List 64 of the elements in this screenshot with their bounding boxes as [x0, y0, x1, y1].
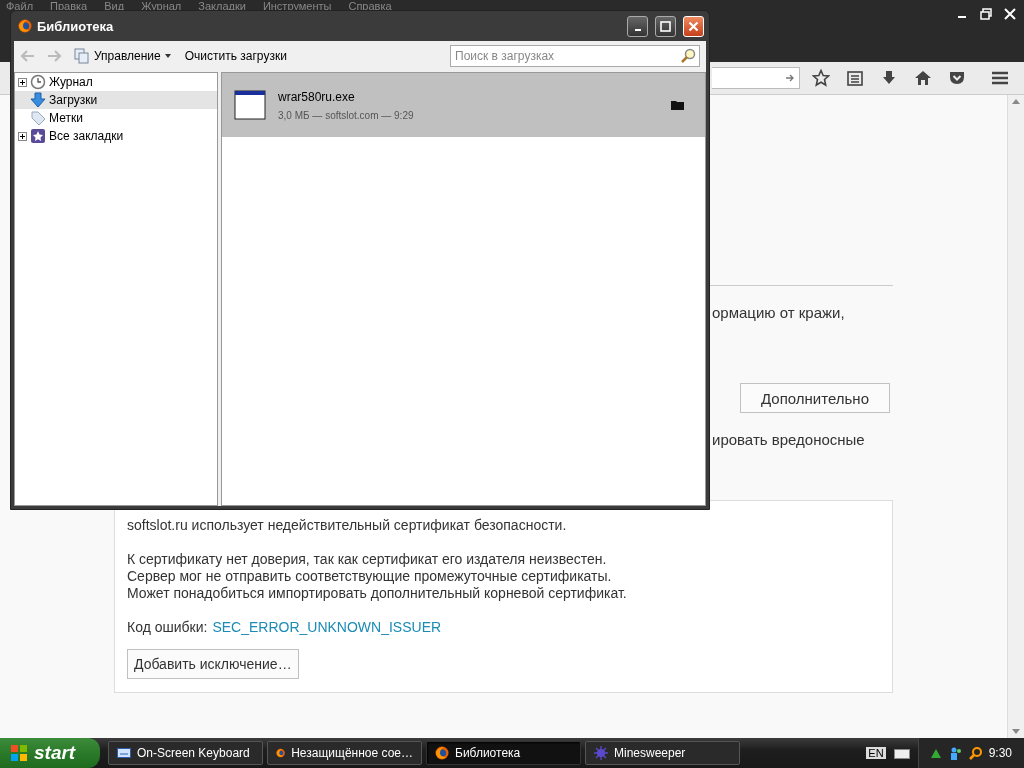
- menu-item[interactable]: Инструменты: [262, 0, 332, 12]
- star-folder-icon: [30, 128, 46, 144]
- window-title: Библиотека: [37, 18, 115, 34]
- start-button[interactable]: start: [0, 738, 100, 768]
- menu-icon[interactable]: [990, 69, 1010, 87]
- error-description: Может понадобиться импортировать дополнительный корневой сертификат.: [127, 585, 628, 602]
- firefox-icon: [18, 19, 32, 33]
- language-indicator[interactable]: EN: [866, 747, 886, 759]
- home-icon[interactable]: [914, 69, 932, 87]
- menu-item[interactable]: Справка: [348, 0, 392, 12]
- minimize-icon: [634, 28, 641, 31]
- menu-item[interactable]: Журнал: [141, 0, 182, 12]
- menu-item[interactable]: Правка: [50, 0, 88, 12]
- sidebar-item[interactable]: Журнал: [15, 73, 217, 91]
- add-exception-button[interactable]: Добавить исключение…: [127, 649, 299, 679]
- menu-item[interactable]: Файл: [6, 0, 34, 12]
- pocket-icon[interactable]: [948, 69, 966, 87]
- pages-icon: [74, 48, 90, 64]
- search-field[interactable]: Поиск в загрузках: [450, 45, 700, 67]
- error-description: К сертификату нет доверия, так как сертификат его издателя неизвестен.: [127, 551, 608, 568]
- error-code-link[interactable]: SEC_ERROR_UNKNOWN_ISSUER: [212, 619, 442, 635]
- download-arrow-icon: [30, 92, 46, 108]
- sidebar-item[interactable]: Загрузки: [15, 91, 217, 109]
- sidebar-item[interactable]: Метки: [15, 109, 217, 127]
- advanced-button[interactable]: Дополнительно: [740, 383, 890, 413]
- caret-icon: [164, 54, 171, 58]
- menu-item[interactable]: Закладки: [198, 0, 246, 12]
- close-icon: [688, 20, 699, 32]
- taskbar-button[interactable]: Незащищённое сое…: [267, 741, 422, 765]
- warning-text: ормацию от кражи,: [712, 304, 846, 321]
- scrollbar[interactable]: [1007, 95, 1024, 738]
- minimize-button[interactable]: [627, 15, 648, 37]
- expand-icon[interactable]: [18, 131, 27, 141]
- taskbar-button[interactable]: Minesweeper: [585, 741, 740, 765]
- keyboard-icon[interactable]: [893, 747, 910, 759]
- error-code-label: Код ошибки:: [127, 619, 208, 635]
- warning-text: ировать вредоносные: [712, 431, 866, 448]
- windows-logo-icon: [10, 744, 28, 762]
- maximize-icon: [660, 20, 671, 32]
- clock: 9:30: [988, 746, 1012, 760]
- address-field[interactable]: [712, 67, 800, 89]
- maximize-button[interactable]: [655, 15, 676, 37]
- sidebar-item[interactable]: Все закладки: [15, 127, 217, 145]
- keyboard-icon: [117, 748, 131, 758]
- taskbar-button[interactable]: Библиотека: [426, 741, 581, 765]
- download-item[interactable]: wrar580ru.exe 3,0 МБ — softslot.com — 9:29: [222, 73, 705, 137]
- folder-icon[interactable]: [671, 99, 685, 111]
- firefox-icon: [276, 746, 286, 760]
- close-button[interactable]: [683, 15, 704, 37]
- expand-icon[interactable]: [18, 77, 27, 87]
- star-icon[interactable]: [812, 69, 830, 87]
- firefox-icon: [435, 746, 449, 760]
- error-description: Сервер мог не отправить соответствующие промежуточные сертификаты.: [127, 568, 613, 585]
- clear-downloads-button[interactable]: Очистить загрузки: [182, 47, 289, 65]
- organize-menu-button[interactable]: Управление: [72, 46, 173, 66]
- search-icon[interactable]: [968, 746, 983, 760]
- taskbar-button[interactable]: On-Screen Keyboard: [108, 741, 263, 765]
- go-arrow-icon[interactable]: [785, 73, 795, 83]
- mine-icon: [594, 746, 608, 760]
- error-description: softslot.ru использует недействительный сертификат безопасности.: [127, 517, 568, 534]
- program-window-icon: [234, 89, 266, 121]
- people-icon[interactable]: [948, 746, 963, 760]
- reading-list-icon[interactable]: [846, 69, 864, 87]
- search-icon[interactable]: [680, 48, 696, 64]
